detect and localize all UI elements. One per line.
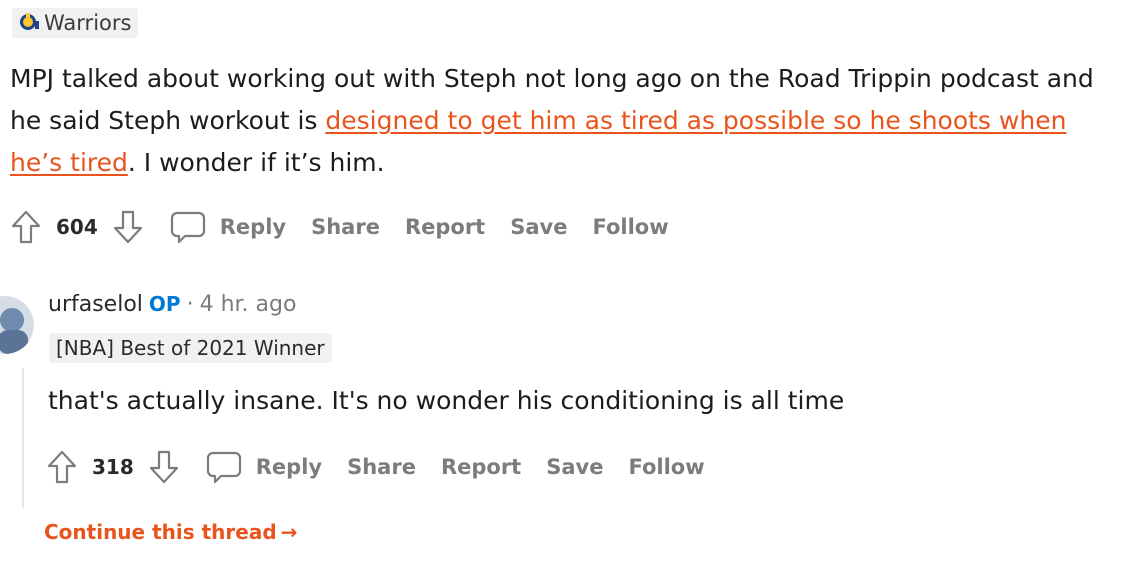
comment-text-after: . I wonder if it’s him. <box>127 148 385 177</box>
reply-button[interactable]: Reply <box>220 215 286 239</box>
op-badge: OP <box>148 292 181 316</box>
comment-icon[interactable] <box>168 207 208 247</box>
meta-separator: · <box>186 292 194 317</box>
timestamp[interactable]: 4 hr. ago <box>200 292 297 317</box>
upvote-icon[interactable] <box>44 447 80 487</box>
username[interactable]: urfaselol <box>48 292 143 317</box>
continue-thread-label: Continue this thread <box>44 520 277 544</box>
user-flair: [NBA] Best of 2021 Winner <box>49 333 332 363</box>
comment-action-bar: 604 Reply Share Report Save Follow <box>8 204 669 250</box>
vote-score: 318 <box>92 455 134 479</box>
user-flair: Warriors <box>12 8 139 38</box>
thread-line[interactable] <box>22 368 24 508</box>
upvote-icon[interactable] <box>8 207 44 247</box>
downvote-icon[interactable] <box>110 207 146 247</box>
save-button[interactable]: Save <box>510 215 567 239</box>
flair-label: Warriors <box>44 11 132 35</box>
save-button[interactable]: Save <box>546 455 603 479</box>
report-button[interactable]: Report <box>441 455 521 479</box>
comment-body: MPJ talked about working out with Steph … <box>10 58 1110 184</box>
share-button[interactable]: Share <box>347 455 416 479</box>
comment-action-bar: 318 Reply Share Report Save Follow <box>44 444 705 490</box>
share-button[interactable]: Share <box>311 215 380 239</box>
report-button[interactable]: Report <box>405 215 485 239</box>
warriors-logo-icon <box>18 11 40 35</box>
comment-body: that's actually insane. It's no wonder h… <box>48 386 845 415</box>
downvote-icon[interactable] <box>146 447 182 487</box>
arrow-right-icon: → <box>280 520 298 544</box>
comment-meta: urfaselol OP · 4 hr. ago <box>48 292 296 324</box>
follow-button[interactable]: Follow <box>592 215 668 239</box>
follow-button[interactable]: Follow <box>628 455 704 479</box>
vote-score: 604 <box>56 215 98 239</box>
comment-icon[interactable] <box>204 447 244 487</box>
continue-thread-link[interactable]: Continue this thread → <box>44 520 297 544</box>
avatar[interactable] <box>0 296 34 354</box>
reply-button[interactable]: Reply <box>256 455 322 479</box>
